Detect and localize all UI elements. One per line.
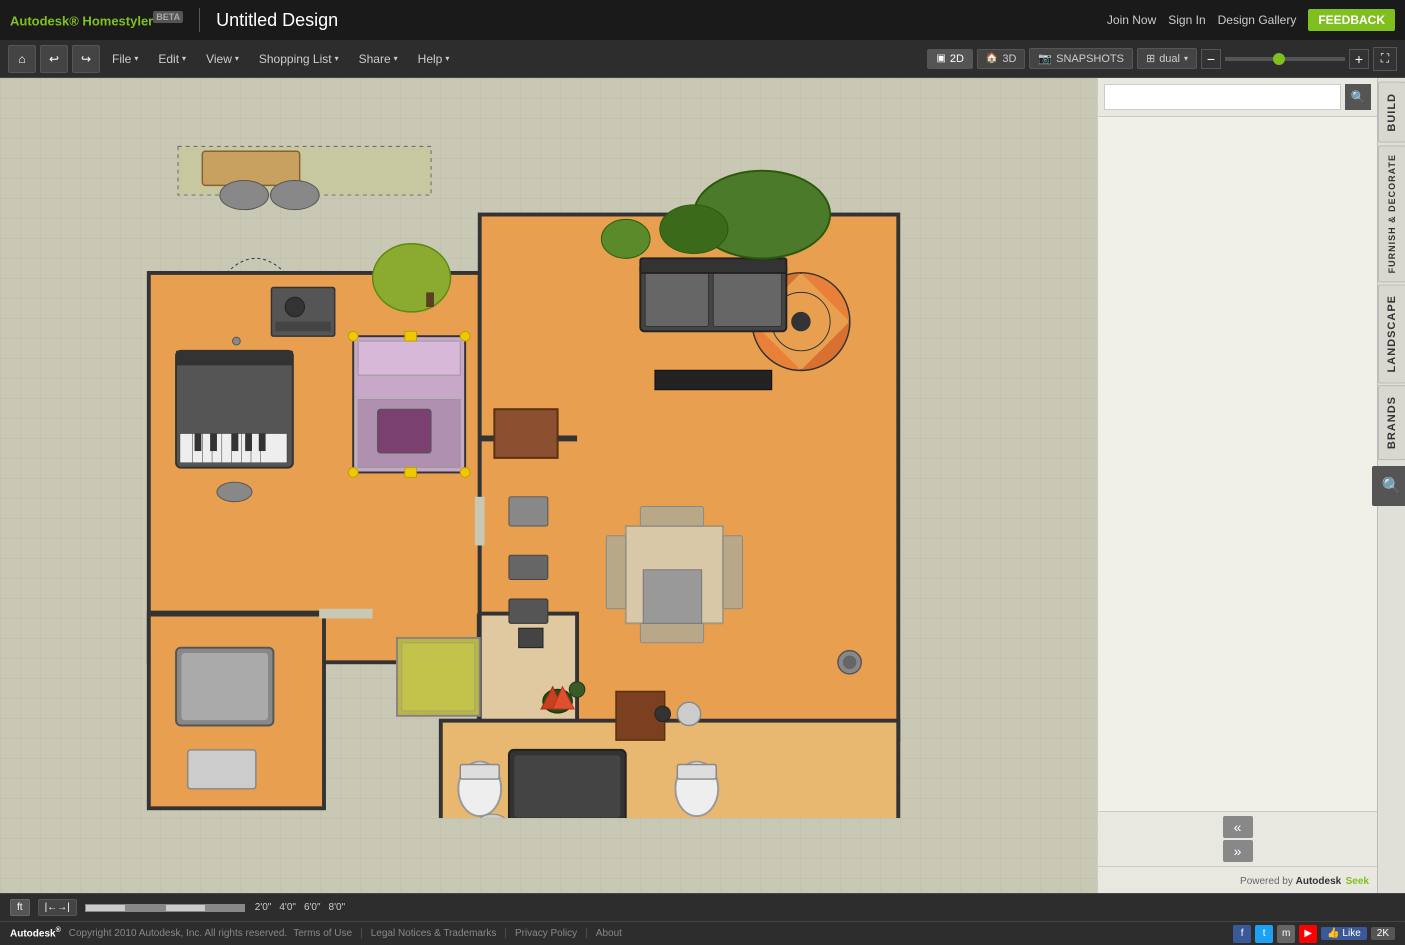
sign-in-link[interactable]: Sign In <box>1168 13 1205 27</box>
scale-segments <box>85 904 245 912</box>
scale-bar <box>85 904 245 912</box>
powered-by-text: Powered by <box>1240 876 1296 887</box>
footer-sep-1: | <box>360 928 363 939</box>
scale-label-0: 2'0" <box>255 902 272 913</box>
measure-button[interactable]: |←→| <box>38 899 77 916</box>
about-link[interactable]: About <box>596 928 622 939</box>
twitter-icon[interactable]: t <box>1255 925 1273 943</box>
scale-label-3: 8'0" <box>329 902 346 913</box>
youtube-icon[interactable]: ▶ <box>1299 925 1317 943</box>
privacy-link[interactable]: Privacy Policy <box>515 928 577 939</box>
seek-text: Seek <box>1346 876 1369 887</box>
measure-icon: |←→| <box>45 902 70 913</box>
view-toggle: ▣ 2D 🏠 3D <box>927 49 1025 69</box>
main-area: 🔍 « » Powered by Autodesk Seek BUILD FUR… <box>0 78 1405 893</box>
facebook-icon[interactable]: f <box>1233 925 1251 943</box>
view-menu[interactable]: View <box>198 48 247 70</box>
topbar-left: Autodesk® HomestylerBETA Untitled Design <box>10 8 338 32</box>
topbar-right: Join Now Sign In Design Gallery FEEDBACK <box>1107 9 1395 31</box>
view-3d-button[interactable]: 🏠 3D <box>977 49 1026 69</box>
landscape-tab[interactable]: LANDSCAPE <box>1378 284 1405 383</box>
zoom-bar: − + <box>1201 49 1369 69</box>
3d-label: 3D <box>1002 53 1016 65</box>
undo-button[interactable]: ↩ <box>40 45 68 73</box>
legal-link[interactable]: Legal Notices & Trademarks <box>371 928 497 939</box>
footer-copyright: Copyright 2010 Autodesk, Inc. All rights… <box>69 928 287 939</box>
k2-button[interactable]: 2K <box>1371 927 1395 940</box>
zoom-thumb[interactable] <box>1273 53 1285 65</box>
view-2d-button[interactable]: ▣ 2D <box>927 49 973 69</box>
snapshots-label: SNAPSHOTS <box>1056 53 1124 65</box>
design-gallery-link[interactable]: Design Gallery <box>1218 13 1297 27</box>
feedback-button[interactable]: FEEDBACK <box>1308 9 1395 31</box>
zoom-slider[interactable] <box>1225 57 1345 61</box>
collapse-down-button[interactable]: » <box>1223 840 1253 862</box>
scale-label-1: 4'0" <box>279 902 296 913</box>
collapse-up-button[interactable]: « <box>1223 816 1253 838</box>
help-menu[interactable]: Help <box>410 48 458 70</box>
dual-button[interactable]: ⊞ dual <box>1137 48 1197 69</box>
topbar-divider <box>199 8 200 32</box>
3d-icon: 🏠 <box>986 53 998 64</box>
unit-button[interactable]: ft <box>10 899 30 916</box>
dual-label: dual <box>1159 53 1180 65</box>
homestyler-text: ® Homestyler <box>69 13 153 28</box>
join-now-link[interactable]: Join Now <box>1107 13 1156 27</box>
facebook-like-button[interactable]: 👍 Like <box>1321 927 1367 940</box>
scale-seg-2 <box>125 904 165 912</box>
build-tab[interactable]: BUILD <box>1378 82 1405 143</box>
toolbar: ⌂ ↩ ↪ File Edit View Shopping List Share… <box>0 40 1405 78</box>
design-title: Untitled Design <box>216 10 338 31</box>
2d-label: 2D <box>950 53 964 65</box>
scale-label-2: 6'0" <box>304 902 321 913</box>
footer-links: Terms of Use | Legal Notices & Trademark… <box>293 928 622 939</box>
footer-sep-3: | <box>585 928 588 939</box>
search-button[interactable]: 🔍 <box>1345 84 1371 110</box>
scale-seg-1 <box>85 904 125 912</box>
furnish-tab[interactable]: FURNISH & DECORATE <box>1378 145 1405 282</box>
statusbar: ft |←→| 2'0" 4'0" 6'0" 8'0" <box>0 893 1405 921</box>
sidebar-tabs-column: BUILD FURNISH & DECORATE LANDSCAPE BRAND… <box>1377 78 1405 893</box>
snapshots-button[interactable]: 📷 SNAPSHOTS <box>1029 48 1133 69</box>
search-panel: 🔍 <box>1098 78 1377 117</box>
furnish-tab-label: FURNISH & DECORATE <box>1387 154 1397 273</box>
fullscreen-button[interactable]: ⛶ <box>1373 47 1397 71</box>
2d-icon: ▣ <box>936 53 945 64</box>
myspace-icon[interactable]: m <box>1277 925 1295 943</box>
like-label: Like <box>1342 928 1360 939</box>
autodesk-seek-text: Autodesk <box>1296 876 1342 887</box>
dual-icon: ⊞ <box>1146 52 1155 65</box>
topbar: Autodesk® HomestylerBETA Untitled Design… <box>0 0 1405 40</box>
zoom-out-button[interactable]: − <box>1201 49 1221 69</box>
redo-button[interactable]: ↪ <box>72 45 100 73</box>
beta-badge: BETA <box>153 11 183 23</box>
right-panel: 🔍 « » Powered by Autodesk Seek <box>1097 78 1377 893</box>
camera-icon: 📷 <box>1038 52 1052 65</box>
home-button[interactable]: ⌂ <box>8 45 36 73</box>
edit-menu[interactable]: Edit <box>150 48 194 70</box>
powered-by-area: Powered by Autodesk Seek <box>1098 866 1377 893</box>
right-side: 🔍 « » Powered by Autodesk Seek BUILD FUR… <box>1097 78 1405 893</box>
brands-tab[interactable]: BRANDS <box>1378 385 1405 460</box>
footer-autodesk-logo: Autodesk® <box>10 927 61 939</box>
footer-sep-2: | <box>504 928 507 939</box>
autodesk-text: Autodesk <box>10 13 69 28</box>
canvas[interactable] <box>0 78 1097 893</box>
floorplan[interactable] <box>30 88 910 818</box>
terms-link[interactable]: Terms of Use <box>293 928 352 939</box>
footer-social: f t m ▶ 👍 Like 2K <box>1233 925 1395 943</box>
search-input[interactable] <box>1104 84 1341 110</box>
zoom-in-button[interactable]: + <box>1349 49 1369 69</box>
panel-content <box>1098 117 1377 811</box>
collapse-controls: « » <box>1098 811 1377 866</box>
share-menu[interactable]: Share <box>351 48 406 70</box>
shopping-list-menu[interactable]: Shopping List <box>251 48 347 70</box>
scale-seg-4 <box>205 904 245 912</box>
sidebar-search-icon-button[interactable]: 🔍 <box>1372 466 1405 506</box>
file-menu[interactable]: File <box>104 48 146 70</box>
autodesk-logo: Autodesk® HomestylerBETA <box>10 12 183 28</box>
scale-seg-3 <box>165 904 205 912</box>
footer: Autodesk® Copyright 2010 Autodesk, Inc. … <box>0 921 1405 945</box>
